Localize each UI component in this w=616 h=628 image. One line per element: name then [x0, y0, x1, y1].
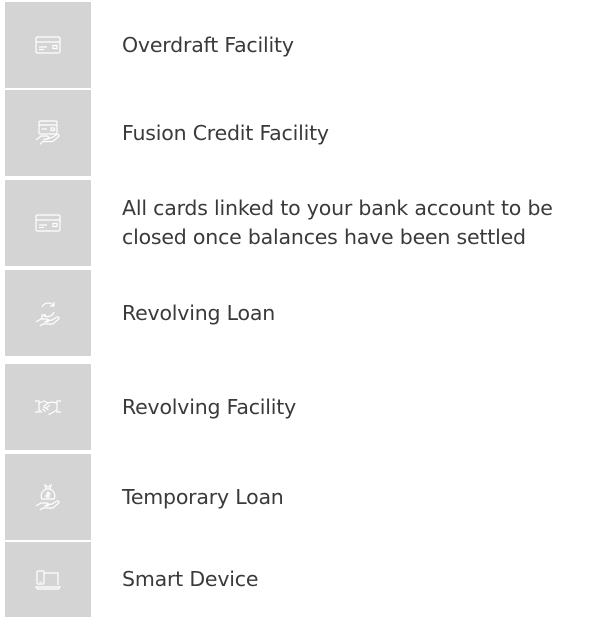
list-item-label: Temporary Loan [122, 484, 284, 509]
devices-icon [34, 569, 62, 590]
list-item-label: Revolving Loan [122, 300, 276, 325]
icon-tile [5, 2, 91, 88]
list-item: Revolving Facility [0, 364, 616, 450]
money-bag-hand-icon [35, 483, 60, 511]
icon-tile [5, 180, 91, 266]
handshake-icon [35, 400, 61, 415]
icon-tile [5, 542, 91, 617]
list-item-label: Revolving Facility [122, 394, 297, 419]
icon-tile [5, 90, 91, 176]
list-item-label: Overdraft Facility [122, 32, 294, 57]
icon-tile [5, 270, 91, 356]
list-item-label: Fusion Credit Facility [122, 120, 329, 145]
card-in-hand-icon [35, 120, 60, 145]
list-item: Revolving Loan [0, 270, 616, 356]
card-icon [35, 36, 61, 54]
list-item-label: All cards linked to your bank account to… [122, 196, 553, 249]
icon-tile [5, 454, 91, 540]
card-icon [35, 214, 61, 232]
icon-tile [5, 364, 91, 450]
list-item-label: Smart Device [122, 567, 259, 591]
list-item: Temporary Loan [0, 454, 616, 540]
revolving-hand-icon [35, 302, 60, 327]
list-item: Smart Device [0, 542, 616, 628]
list-item: Fusion Credit Facility [0, 90, 616, 176]
facilities-list: Overdraft Facility Fusion Credit Facilit… [0, 0, 616, 619]
list-item: Overdraft Facility [0, 2, 616, 88]
list-item: All cards linked to your bank account to… [0, 180, 616, 266]
